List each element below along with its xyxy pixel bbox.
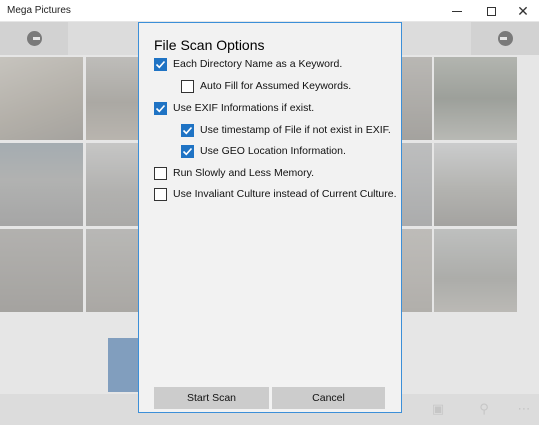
- option-directory-keyword[interactable]: Each Directory Name as a Keyword.: [154, 56, 342, 72]
- file-scan-options-dialog: File Scan Options Each Directory Name as…: [138, 22, 402, 413]
- option-label: Auto Fill for Assumed Keywords.: [200, 80, 352, 92]
- checkbox[interactable]: [154, 57, 167, 71]
- minimize-button[interactable]: [441, 0, 473, 22]
- option-use-exif[interactable]: Use EXIF Informations if exist.: [154, 100, 314, 116]
- checkbox[interactable]: [181, 79, 194, 93]
- dialog-title: File Scan Options: [154, 37, 265, 53]
- option-label: Use EXIF Informations if exist.: [173, 102, 315, 114]
- minimize-icon: [452, 10, 462, 12]
- start-scan-button[interactable]: Start Scan: [154, 387, 269, 409]
- checkbox[interactable]: [181, 144, 194, 158]
- app-area: ▣ ⚲ ⋯ File Scan Options Each Directory N…: [0, 22, 539, 425]
- option-run-slowly[interactable]: Run Slowly and Less Memory.: [154, 165, 314, 181]
- option-auto-fill-keywords[interactable]: Auto Fill for Assumed Keywords.: [181, 78, 351, 94]
- option-use-geo-location[interactable]: Use GEO Location Information.: [181, 143, 346, 159]
- checkbox[interactable]: [154, 187, 167, 201]
- option-invariant-culture[interactable]: Use Invaliant Culture instead of Current…: [154, 186, 397, 202]
- maximize-icon: [486, 6, 496, 16]
- maximize-button[interactable]: [475, 0, 507, 22]
- option-label: Use timestamp of File if not exist in EX…: [200, 124, 391, 136]
- option-label: Run Slowly and Less Memory.: [173, 167, 315, 179]
- cancel-button[interactable]: Cancel: [272, 387, 385, 409]
- checkbox[interactable]: [154, 101, 167, 115]
- option-use-file-timestamp[interactable]: Use timestamp of File if not exist in EX…: [181, 122, 391, 138]
- checkbox[interactable]: [181, 123, 194, 137]
- option-label: Use Invaliant Culture instead of Current…: [173, 188, 397, 200]
- close-icon: ✕: [517, 3, 529, 19]
- checkbox[interactable]: [154, 166, 167, 180]
- title-bar: Mega Pictures ✕: [0, 0, 539, 22]
- window-title: Mega Pictures: [7, 5, 71, 16]
- close-button[interactable]: ✕: [507, 0, 539, 22]
- option-label: Each Directory Name as a Keyword.: [173, 58, 343, 70]
- option-label: Use GEO Location Information.: [200, 145, 346, 157]
